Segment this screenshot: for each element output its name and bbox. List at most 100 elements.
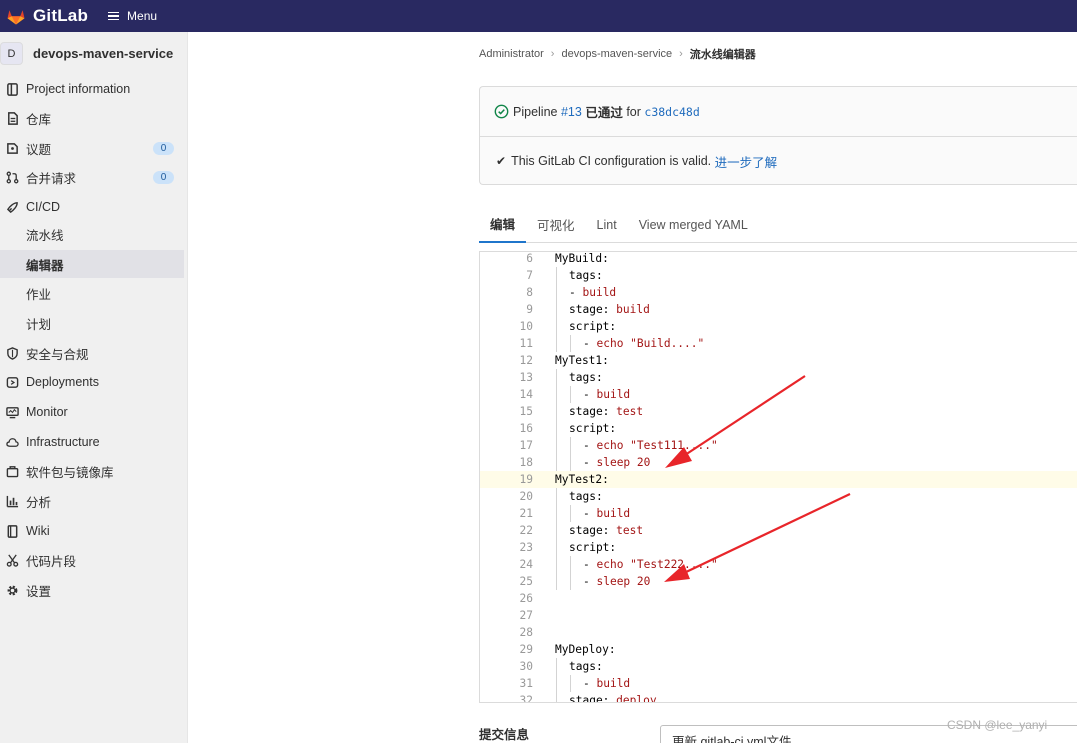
sidebar-project-header[interactable]: D devops-maven-service <box>0 32 187 75</box>
code-line[interactable]: 23 script: <box>480 539 1077 556</box>
code-line[interactable]: 17 - echo "Test111...." <box>480 437 1077 454</box>
sidebar-subitem-schedules[interactable]: 计划 <box>0 309 184 337</box>
code-line[interactable]: 16 script: <box>480 420 1077 437</box>
code-key: - <box>583 337 597 350</box>
sidebar-item-cicd[interactable]: CI/CD <box>0 193 184 221</box>
code-line[interactable]: 32 stage: deploy <box>480 692 1077 703</box>
sidebar-item-analytics[interactable]: 分析 <box>0 487 184 515</box>
code-value: test <box>616 405 644 418</box>
code-text: - build <box>583 507 630 520</box>
code-key: tags: <box>569 660 603 673</box>
line-number: 8 <box>526 286 533 299</box>
sidebar-item-monitor[interactable]: Monitor <box>0 398 184 426</box>
code-key: - <box>569 286 583 299</box>
code-key: MyBuild: <box>555 252 609 265</box>
code-line[interactable]: 14 - build <box>480 386 1077 403</box>
indent-guide <box>570 556 571 573</box>
code-editor[interactable]: 6 MyBuild: 7 tags: 8 - build 9 stage: build 10 sc… <box>479 251 1077 703</box>
line-number: 6 <box>526 252 533 265</box>
code-line[interactable]: 18 - sleep 20 <box>480 454 1077 471</box>
code-line[interactable]: 28 <box>480 624 1077 641</box>
code-text: stage: deploy <box>569 694 657 702</box>
breadcrumb-project[interactable]: devops-maven-service <box>561 48 672 60</box>
code-text: - sleep 20 <box>583 575 650 588</box>
code-line[interactable]: 31 - build <box>480 675 1077 692</box>
package-icon <box>5 464 19 478</box>
tab-view-merged-yaml[interactable]: View merged YAML <box>628 206 759 243</box>
menu-button[interactable]: Menu <box>108 9 157 23</box>
code-text: tags: <box>569 490 603 503</box>
sidebar-subitem-pipelines[interactable]: 流水线 <box>0 220 184 248</box>
indent-guide <box>570 505 571 522</box>
code-line[interactable]: 30 tags: <box>480 658 1077 675</box>
learn-more-link[interactable]: 进一步了解 <box>715 152 778 171</box>
indent-guide <box>556 437 557 454</box>
sidebar-item-packages[interactable]: 软件包与镜像库 <box>0 457 184 485</box>
pipeline-status-card: Pipeline #13 已通过 for c38dc48d ✔ This Git… <box>479 86 1077 185</box>
indent-guide <box>556 301 557 318</box>
code-line[interactable]: 10 script: <box>480 318 1077 335</box>
sidebar-subitem-jobs[interactable]: 作业 <box>0 279 184 307</box>
code-line[interactable]: 15 stage: test <box>480 403 1077 420</box>
code-value: echo "Test222...." <box>596 558 718 571</box>
code-line[interactable]: 11 - echo "Build...." <box>480 335 1077 352</box>
sidebar-item-project-information[interactable]: Project information <box>0 75 184 103</box>
line-number: 32 <box>519 694 533 703</box>
code-text: script: <box>569 422 616 435</box>
code-line[interactable]: 20 tags: <box>480 488 1077 505</box>
sidebar-item-snippets[interactable]: 代码片段 <box>0 546 184 574</box>
code-line[interactable]: 9 stage: build <box>480 301 1077 318</box>
sidebar-item-deployments[interactable]: Deployments <box>0 368 184 396</box>
breadcrumb-administrator[interactable]: Administrator <box>479 48 544 60</box>
sidebar-item-wiki[interactable]: Wiki <box>0 517 184 545</box>
code-key: tags: <box>569 269 603 282</box>
code-text: - echo "Test222...." <box>583 558 718 571</box>
breadcrumb-current[interactable]: 流水线编辑器 <box>690 46 756 62</box>
code-value: build <box>596 507 631 520</box>
code-key: - <box>583 439 597 452</box>
code-value: sleep 20 <box>596 456 651 469</box>
line-number: 29 <box>519 643 533 656</box>
sidebar-item-security[interactable]: 安全与合规 <box>0 339 184 367</box>
indent-guide <box>556 505 557 522</box>
pipeline-id-link[interactable]: #13 <box>561 105 582 119</box>
tab-edit[interactable]: 编辑 <box>479 206 527 243</box>
sidebar-item-settings[interactable]: 设置 <box>0 576 184 604</box>
tab-lint[interactable]: Lint <box>586 206 628 243</box>
line-number: 24 <box>519 558 533 571</box>
line-number: 16 <box>519 422 533 435</box>
breadcrumb: Administrator › devops-maven-service › 流… <box>479 46 756 62</box>
top-bar: GitLab Menu <box>0 0 1077 32</box>
gitlab-logo[interactable]: GitLab <box>6 6 88 26</box>
indent-guide <box>556 573 557 590</box>
code-line[interactable]: 25 - sleep 20 <box>480 573 1077 590</box>
line-number: 31 <box>519 677 533 690</box>
code-text: stage: build <box>569 303 650 316</box>
commit-sha-link[interactable]: c38dc48d <box>644 105 699 119</box>
code-line[interactable]: 19 MyTest2: <box>480 471 1077 488</box>
sidebar-item-repository[interactable]: 仓库 <box>0 104 184 132</box>
code-line[interactable]: 7 tags: <box>480 267 1077 284</box>
code-line[interactable]: 22 stage: test <box>480 522 1077 539</box>
sidebar-item-merge-requests[interactable]: 合并请求 0 <box>0 163 184 191</box>
code-line[interactable]: 8 - build <box>480 284 1077 301</box>
code-line[interactable]: 29 MyDeploy: <box>480 641 1077 658</box>
code-line[interactable]: 6 MyBuild: <box>480 252 1077 267</box>
indent-guide <box>556 420 557 437</box>
sidebar-item-label: Deployments <box>26 375 99 389</box>
line-number: 26 <box>519 592 533 605</box>
code-line[interactable]: 26 <box>480 590 1077 607</box>
code-line[interactable]: 27 <box>480 607 1077 624</box>
code-key: MyTest2: <box>555 473 609 486</box>
code-line[interactable]: 24 - echo "Test222...." <box>480 556 1077 573</box>
code-line[interactable]: 12 MyTest1: <box>480 352 1077 369</box>
code-text: MyDeploy: <box>555 643 616 656</box>
sidebar-item-infrastructure[interactable]: Infrastructure <box>0 428 184 456</box>
sidebar-item-issues[interactable]: 议题 0 <box>0 134 184 162</box>
issues-icon <box>5 141 19 155</box>
tab-visualize[interactable]: 可视化 <box>526 206 586 243</box>
sidebar-subitem-editor[interactable]: 编辑器 <box>0 250 184 278</box>
code-line[interactable]: 13 tags: <box>480 369 1077 386</box>
code-line[interactable]: 21 - build <box>480 505 1077 522</box>
indent-guide <box>556 403 557 420</box>
